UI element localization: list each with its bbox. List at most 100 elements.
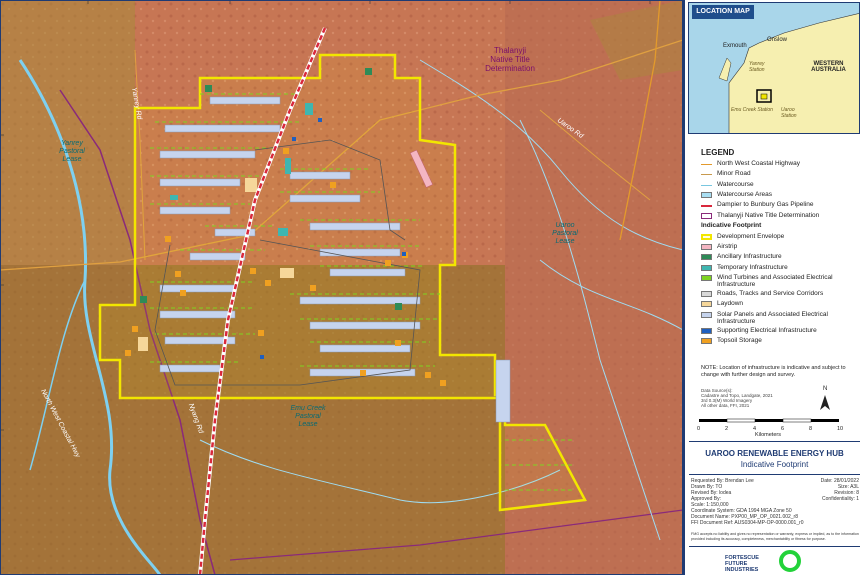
meta-confidentiality: Confidentiality: 1: [822, 496, 859, 502]
place-emu-creek: Emu Creek Station: [731, 107, 773, 113]
map-canvas: [0, 0, 684, 576]
solar-array-row: [329, 268, 406, 277]
solar-array-row: [289, 171, 351, 180]
scale-tick: 6: [781, 426, 785, 432]
legend-item-label: Topsoil Storage: [717, 336, 762, 344]
outline-swatch: [701, 212, 712, 219]
supporting-electrical: [292, 137, 296, 141]
north-label: N: [823, 386, 828, 392]
legend-item: Roads, Tracks and Service Corridors: [701, 290, 861, 297]
legend-item-label: Thalanyji Native Title Determination: [717, 211, 820, 219]
fill-swatch: [701, 311, 712, 318]
map-view[interactable]: Thalanyji Native Title Determination Yan…: [0, 0, 684, 576]
legend-item-label: Ancillary Infrastructure: [717, 253, 782, 261]
legend-item: Minor Road: [701, 170, 861, 177]
laydown-area: [280, 268, 294, 278]
legend-item: Supporting Electrical Infrastructure: [701, 327, 861, 334]
topsoil-storage: [425, 372, 431, 378]
location-map-heading: LOCATION MAP: [692, 5, 754, 19]
line-swatch: [701, 184, 712, 186]
fill-swatch: [701, 254, 712, 261]
place-yanrey: Yanrey Station: [749, 61, 765, 73]
ffi-logo-icon: [779, 550, 801, 572]
temporary-infrastructure: [285, 158, 291, 174]
legend-subheading: Indicative Footprint: [701, 221, 762, 229]
location-map: LOCATION MAP Exmouth Onslow Yanrey Stati…: [688, 2, 860, 134]
fill-swatch: [701, 264, 712, 271]
topsoil-storage: [258, 330, 264, 336]
ancillary-infrastructure: [205, 85, 212, 92]
line-swatch: [701, 164, 712, 165]
solar-array-row: [309, 222, 401, 231]
legend-item: Watercourse: [701, 181, 861, 188]
temporary-infrastructure: [170, 195, 178, 200]
brand-divider: [689, 546, 860, 547]
legend-item: Airstrip: [701, 243, 861, 251]
topsoil-storage: [283, 148, 289, 154]
fill-swatch: [701, 191, 712, 198]
solar-array-row: [319, 344, 411, 353]
topsoil-storage: [250, 268, 256, 274]
topsoil-storage: [360, 370, 366, 376]
supporting-electrical: [318, 118, 322, 122]
topsoil-storage: [265, 280, 271, 286]
scale-tick: 2: [725, 426, 729, 432]
temporary-infrastructure: [278, 228, 288, 236]
legend-item-label: Temporary Infrastructure: [717, 263, 788, 271]
legend-item: Ancillary Infrastructure: [701, 253, 861, 261]
solar-array-row: [289, 194, 361, 203]
map-info-panel: LOCATION MAP Exmouth Onslow Yanrey Stati…: [683, 0, 862, 575]
native-title-label: Thalanyji Native Title Determination: [485, 46, 535, 73]
topsoil-storage: [330, 182, 336, 188]
laydown-area: [138, 337, 148, 351]
meta-right: Date: 28/01/2022 Size: A3L Revision: 8 C…: [793, 478, 859, 502]
site-marker: [760, 93, 768, 100]
legend-item-label: Watercourse Areas: [717, 190, 773, 198]
meta-left: Requested By: Brendan Lee Drawn By: TO R…: [691, 478, 804, 526]
emu-creek-lease-label: Emu Creek Pastoral Lease: [290, 405, 326, 428]
solar-array-row: [319, 248, 401, 257]
brand-text: FORTESCUE FUTURE INDUSTRIES: [725, 555, 759, 573]
topsoil-storage: [180, 290, 186, 296]
solar-array-row: [159, 310, 236, 319]
place-wa: WESTERN AUSTRALIA: [811, 61, 846, 73]
uaroo-lease-label: Uaroo Pastoral Lease: [552, 222, 578, 245]
fill-swatch: [701, 275, 712, 281]
fill-swatch: [701, 291, 712, 297]
data-sources: Data Source(s): Cadastre and Topo, Landg…: [701, 388, 773, 408]
legend-item-label: North West Coastal Highway: [717, 160, 800, 167]
topsoil-storage: [132, 326, 138, 332]
north-arrow-icon: [820, 395, 830, 410]
laydown-area: [245, 178, 257, 192]
fill-swatch: [701, 327, 712, 334]
legend-item-label: Dampier to Bunbury Gas Pipeline: [717, 201, 814, 209]
legend-item: Wind Turbines and Associated Electrical …: [701, 274, 861, 288]
solar-array-row: [209, 96, 281, 105]
legend-item: Thalanyji Native Title Determination: [701, 212, 861, 219]
yanrey-lease-overlay: [0, 0, 135, 265]
title-divider: [689, 441, 860, 442]
meta-divider: [689, 474, 860, 475]
legend-item-label: Wind Turbines and Associated Electrical …: [717, 274, 833, 288]
supporting-electrical: [260, 355, 264, 359]
topsoil-storage: [310, 285, 316, 291]
solar-array-row: [159, 178, 241, 187]
solar-array-row: [159, 206, 231, 215]
ancillary-infrastructure: [395, 303, 402, 310]
solar-array-row: [164, 124, 281, 133]
legend-item-label: Airstrip: [717, 243, 738, 251]
legend-item: North West Coastal Highway: [701, 160, 861, 167]
legend-note: NOTE: Location of infrastructure is indi…: [701, 365, 846, 378]
supporting-electrical: [402, 252, 406, 256]
map-subtitle: Indicative Footprint: [740, 460, 809, 469]
place-onslow: Onslow: [767, 37, 788, 43]
scale-tick: 8: [809, 426, 813, 432]
meta-ffi-ref: FFI Document Ref: AUS0304-MP-OP-0000.001…: [691, 520, 804, 526]
topsoil-storage: [125, 350, 131, 356]
legend-item: Development Envelope: [701, 233, 861, 240]
legend-item-label: Solar Panels and Associated Electrical I…: [717, 310, 828, 325]
ancillary-infrastructure: [140, 296, 147, 303]
legend-item: Topsoil Storage: [701, 337, 861, 344]
scale-unit: Kilometers: [755, 432, 781, 438]
fill-swatch: [701, 244, 712, 251]
